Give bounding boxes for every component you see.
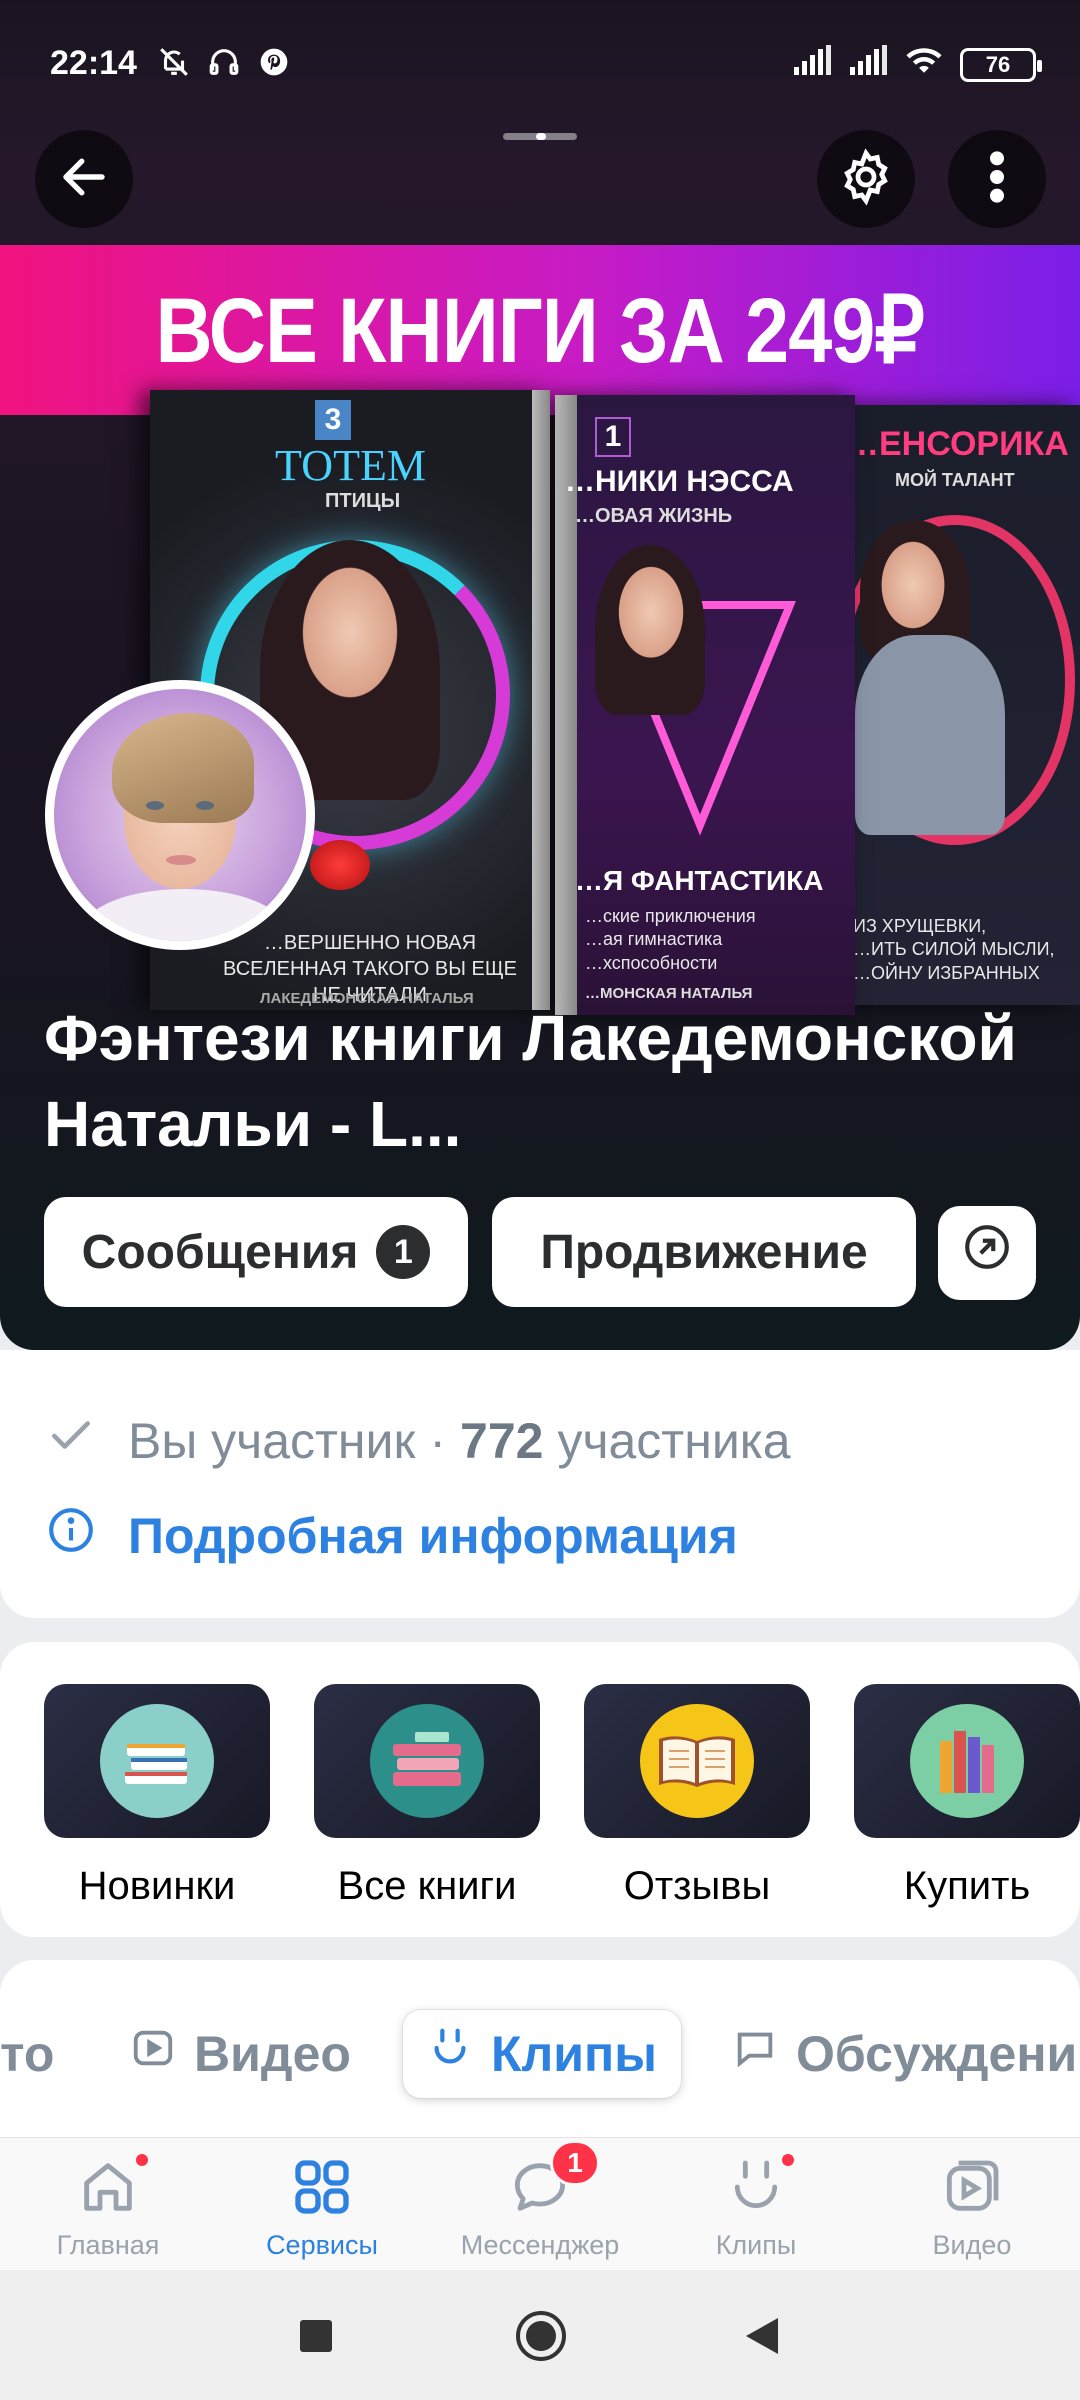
mute-icon — [156, 44, 192, 80]
service-label: Все книги — [337, 1864, 517, 1908]
service-reviews[interactable]: Отзывы — [584, 1684, 810, 1909]
info-icon — [46, 1505, 96, 1567]
books-on-shelf-icon — [910, 1704, 1024, 1818]
book-title: ТОТЕМ — [275, 441, 426, 490]
wifi-icon — [904, 44, 944, 85]
settings-button[interactable] — [817, 130, 915, 228]
recents-icon[interactable] — [298, 2318, 334, 2359]
status-time: 22:14 — [50, 44, 137, 82]
messages-button[interactable]: Сообщения 1 — [44, 1197, 468, 1307]
nav-home[interactable]: Главная — [8, 2148, 208, 2261]
arrow-left-icon — [57, 150, 111, 209]
details-link[interactable]: Подробная информация — [128, 1507, 738, 1565]
book-title: …ЕНСОРИКА — [845, 425, 1069, 463]
open-book-icon — [640, 1704, 754, 1818]
home-circle-icon[interactable] — [515, 2310, 567, 2367]
service-label: Отзывы — [623, 1864, 771, 1908]
service-new-books[interactable]: Новинки — [44, 1684, 270, 1909]
messenger-badge: 1 — [550, 2140, 600, 2186]
clips-icon — [427, 2025, 473, 2083]
messages-label: Сообщения — [81, 1225, 359, 1279]
member-status: Вы участник — [128, 1413, 416, 1469]
book-subtitle: МОЙ ТАЛАНТ — [895, 470, 1015, 490]
notification-dot — [780, 2152, 796, 2168]
chat-icon — [732, 2025, 778, 2083]
status-icons-right: 76 — [792, 44, 1042, 85]
nav-services[interactable]: Сервисы — [222, 2148, 422, 2261]
service-label: Новинки — [78, 1864, 236, 1908]
services-row: Новинки Все книги Отзывы Купить — [0, 1642, 1080, 1937]
share-button[interactable] — [938, 1206, 1036, 1300]
bottom-navigation: Главная Сервисы 1 Мессенджер Клипы Видео — [0, 2137, 1080, 2270]
promotion-label: Продвижение — [540, 1225, 868, 1279]
community-cover: 22:14 76 ВСЕ КНИГИ ЗА 249₽ …ЕНСОРИКА МОЙ… — [0, 0, 1080, 1350]
community-info: Вы участник · 772 участника Подробная ин… — [0, 1350, 1080, 1618]
back-button[interactable] — [35, 130, 133, 228]
tab-photo[interactable]: то — [0, 2010, 54, 2098]
arrow-up-right-circle-icon — [962, 1222, 1012, 1284]
books-pile-icon — [370, 1704, 484, 1818]
nav-video[interactable]: Видео — [872, 2148, 1072, 2261]
book-blurb: ИЗ ХРУЩЕВКИ, …ИТЬ СИЛОЙ МЫСЛИ, …ОЙНУ ИЗБ… — [853, 916, 1055, 983]
tab-video[interactable]: Видео — [130, 2010, 351, 2098]
community-avatar[interactable] — [45, 680, 315, 950]
status-bar: 22:14 76 — [0, 0, 1080, 130]
stack-of-books-icon — [100, 1704, 214, 1818]
book-blurb: …ские приключения …ая гимнастика …хспосо… — [585, 906, 756, 973]
book-cover-3: …ЕНСОРИКА МОЙ ТАЛАНТ ИЗ ХРУЩЕВКИ, …ИТЬ С… — [845, 405, 1080, 1005]
notification-dot — [134, 2152, 150, 2168]
service-buy[interactable]: Купить — [854, 1684, 1080, 1909]
gear-icon — [836, 147, 896, 212]
phoenix-emblem — [310, 840, 370, 890]
battery-level: 76 — [985, 51, 1011, 77]
services-icon — [222, 2148, 422, 2226]
back-triangle-icon[interactable] — [742, 2316, 780, 2361]
member-word: участника — [557, 1413, 791, 1469]
content-tabs: то Видео Клипы Обсуждени — [0, 1960, 1080, 2140]
home-icon — [8, 2148, 208, 2226]
service-all-books[interactable]: Все книги — [314, 1684, 540, 1909]
nav-messenger[interactable]: 1 Мессенджер — [440, 2140, 640, 2261]
check-icon — [46, 1410, 96, 1472]
book-subtitle: ПТИЦЫ — [325, 490, 401, 512]
status-icons-left — [156, 44, 292, 80]
details-link-row[interactable]: Подробная информация — [46, 1505, 738, 1567]
system-navigation-bar — [0, 2270, 1080, 2400]
community-title: Фэнтези книги Лакедемонской Натальи - L.… — [44, 1002, 1017, 1160]
video-icon — [130, 2025, 176, 2083]
book-number: 3 — [315, 400, 351, 440]
messages-count-badge: 1 — [376, 1225, 431, 1279]
tab-clips[interactable]: Клипы — [403, 2010, 681, 2098]
service-label: Купить — [903, 1864, 1031, 1908]
book-cover-2: 1 …НИКИ НЭССА …ОВАЯ ЖИЗНЬ …Я ФАНТАСТИКА … — [555, 395, 855, 1015]
book-number: 1 — [595, 417, 631, 457]
membership-row[interactable]: Вы участник · 772 участника — [46, 1410, 791, 1472]
more-button[interactable] — [948, 130, 1046, 228]
signal-icon — [792, 45, 832, 84]
clips-icon — [656, 2148, 856, 2226]
pinterest-icon — [256, 44, 292, 80]
tab-discussions[interactable]: Обсуждени — [732, 2010, 1077, 2098]
headphones-icon — [206, 44, 242, 80]
book-genre: …Я ФАНТАСТИКА — [575, 865, 824, 896]
promotion-button[interactable]: Продвижение — [492, 1197, 916, 1307]
battery-icon: 76 — [960, 47, 1042, 82]
nav-clips[interactable]: Клипы — [656, 2148, 856, 2261]
member-count: 772 — [460, 1413, 544, 1469]
more-vertical-icon — [987, 149, 1007, 210]
sheet-grabber[interactable] — [503, 133, 577, 140]
banner-text: ВСЕ КНИГИ ЗА 249₽ — [155, 279, 925, 382]
book-title: …НИКИ НЭССА — [565, 465, 794, 498]
book-subtitle: …ОВАЯ ЖИЗНЬ — [575, 505, 733, 527]
messenger-icon: 1 — [440, 2140, 640, 2226]
signal-icon — [848, 45, 888, 84]
video-icon — [872, 2148, 1072, 2226]
